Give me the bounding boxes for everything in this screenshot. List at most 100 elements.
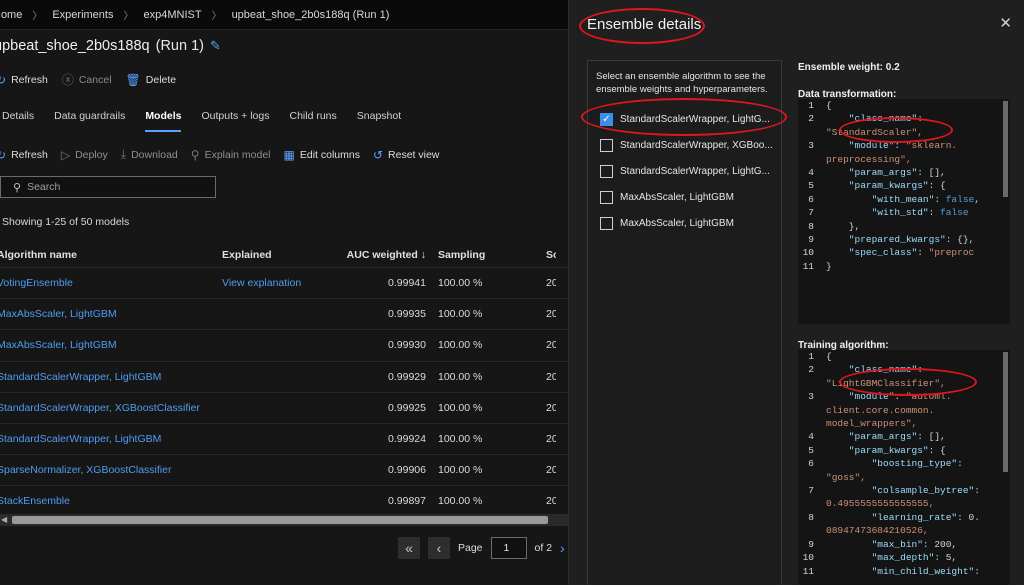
- reset-view-button[interactable]: ↺ Reset view: [373, 147, 439, 162]
- page-input[interactable]: [490, 537, 527, 559]
- training-algorithm-code[interactable]: 1{2 "class_name": "LightGBMClassifier", 3 …: [798, 350, 1010, 585]
- code-line: "LightGBMClassifier",: [798, 377, 1010, 390]
- table-row[interactable]: StandardScalerWrapper, XGBoostClassifier…: [0, 393, 568, 424]
- search-input[interactable]: [27, 181, 198, 193]
- code-text: "prepared_kwargs": {},: [826, 234, 975, 246]
- algorithm-link[interactable]: StackEnsemble: [0, 495, 222, 507]
- code-line: client.core.common.: [798, 404, 1010, 417]
- explain-model-button[interactable]: ⚲ Explain model: [191, 147, 271, 162]
- tab-child-runs[interactable]: Child runs: [289, 106, 336, 132]
- code-text: 0.4955555555555555,: [826, 498, 935, 510]
- close-icon[interactable]: ✕: [999, 14, 1012, 32]
- algorithm-option[interactable]: StandardScalerWrapper, LightG...: [588, 158, 781, 184]
- algorithm-option-label: StandardScalerWrapper, XGBoo...: [620, 139, 773, 151]
- algorithm-link[interactable]: VotingEnsemble: [0, 277, 222, 289]
- code-text: {: [826, 100, 832, 111]
- scrollbar-thumb[interactable]: [12, 516, 548, 524]
- checkbox[interactable]: [600, 164, 613, 178]
- line-number: 4: [808, 167, 814, 179]
- deploy-button[interactable]: ▷ Deploy: [61, 147, 108, 162]
- ensemble-details-panel: Ensemble details ✕ Select an ensemble al…: [568, 0, 1024, 585]
- column-header-algorithm[interactable]: Algorithm name: [0, 249, 222, 261]
- auc-cell: 0.99930: [388, 339, 426, 352]
- line-number: [798, 377, 826, 390]
- sampling-cell: 100.00 %: [438, 277, 483, 290]
- algorithm-option[interactable]: MaxAbsScaler, LightGBM: [588, 210, 781, 236]
- vertical-scrollbar[interactable]: [1003, 352, 1008, 472]
- algorithm-option[interactable]: StandardScalerWrapper, XGBoo...: [588, 132, 781, 158]
- table-row[interactable]: SparseNormalizer, XGBoostClassifier 0.999…: [0, 455, 568, 487]
- algorithm-option-label: StandardScalerWrapper, LightG...: [620, 165, 770, 177]
- pencil-icon[interactable]: ✎: [210, 38, 221, 54]
- next-page-icon[interactable]: ›: [560, 540, 565, 556]
- breadcrumb: Home 〉 Experiments 〉 exp4MNIST 〉 upbeat_…: [0, 0, 568, 30]
- download-icon: ⤓: [120, 147, 127, 161]
- line-number: 2: [808, 113, 814, 125]
- refresh-icon: ↻: [0, 72, 7, 87]
- checkbox[interactable]: [600, 138, 613, 152]
- line-number: 6: [808, 458, 814, 470]
- horizontal-scrollbar[interactable]: ◀: [0, 514, 568, 526]
- breadcrumb-home[interactable]: Home: [0, 9, 22, 21]
- checkbox[interactable]: ✓: [600, 112, 613, 126]
- algorithm-link[interactable]: StandardScalerWrapper, LightGBM: [0, 371, 222, 383]
- code-text: "with_std": false: [871, 207, 969, 219]
- column-header-sampling[interactable]: Sampling: [426, 249, 526, 261]
- code-line: 9 "max_bin": 200,: [798, 538, 1010, 551]
- code-text: "boosting_type":: [826, 458, 963, 470]
- undo-icon: ↺: [372, 147, 384, 162]
- algorithm-link[interactable]: StandardScalerWrapper, LightGBM: [0, 433, 222, 445]
- run-actions: ↻ Refresh ⓧ Cancel 🗑 Delete: [0, 71, 176, 88]
- auc-cell: 0.99906: [388, 464, 426, 477]
- table-row[interactable]: MaxAbsScaler, LightGBM 0.99930 100.00 % 20: [0, 330, 568, 362]
- algorithm-option[interactable]: MaxAbsScaler, LightGBM: [588, 184, 781, 210]
- line-number: 7: [808, 485, 814, 497]
- algorithm-link[interactable]: MaxAbsScaler, LightGBM: [0, 308, 222, 320]
- table-row[interactable]: VotingEnsemble View explanation 0.99941 100…: [0, 268, 568, 300]
- tab-data-guardrails[interactable]: Data guardrails: [54, 106, 125, 132]
- vertical-scrollbar[interactable]: [1003, 101, 1008, 197]
- delete-button[interactable]: 🗑 Delete: [126, 71, 177, 88]
- table-row[interactable]: MaxAbsScaler, LightGBM 0.99935 100.00 % 20: [0, 299, 568, 331]
- algorithm-link[interactable]: StandardScalerWrapper, XGBoostClassifier: [0, 402, 222, 414]
- refresh-button[interactable]: ↻ Refresh: [0, 71, 48, 88]
- column-header-explained[interactable]: Explained: [222, 249, 322, 261]
- algorithm-selector: Select an ensemble algorithm to see the …: [587, 60, 782, 585]
- algorithm-option[interactable]: ✓ StandardScalerWrapper, LightG...: [588, 106, 781, 132]
- code-text: "param_kwargs": {: [826, 444, 946, 456]
- data-transformation-code[interactable]: 1{2 "class_name": "StandardScaler", 3 "mod…: [798, 99, 1010, 324]
- algorithm-link[interactable]: MaxAbsScaler, LightGBM: [0, 339, 222, 351]
- clipped-cell: 20: [546, 464, 556, 477]
- first-page-button[interactable]: «: [398, 537, 420, 559]
- edit-columns-button[interactable]: ▦ Edit columns: [284, 147, 360, 162]
- tab-outputs-logs[interactable]: Outputs + logs: [201, 106, 269, 132]
- download-button[interactable]: ⤓ Download: [121, 147, 178, 162]
- table-row[interactable]: StandardScalerWrapper, LightGBM 0.99924 10…: [0, 424, 568, 456]
- tab-snapshot[interactable]: Snapshot: [357, 106, 401, 132]
- scroll-left-icon[interactable]: ◀: [1, 514, 7, 526]
- checkbox[interactable]: [600, 190, 613, 204]
- table-row[interactable]: StandardScalerWrapper, LightGBM 0.99929 10…: [0, 362, 568, 393]
- algorithm-link[interactable]: SparseNormalizer, XGBoostClassifier: [0, 464, 222, 476]
- table-header: Algorithm name Explained AUC weighted ↓ …: [0, 242, 568, 268]
- view-explanation-link[interactable]: View explanation: [222, 277, 301, 289]
- tab-models[interactable]: Models: [145, 106, 182, 132]
- breadcrumb-experiments[interactable]: Experiments: [52, 9, 113, 21]
- search-box: ⚲: [0, 176, 216, 198]
- line-number: [798, 417, 826, 430]
- prev-page-button[interactable]: ‹: [428, 537, 450, 559]
- line-number: [798, 471, 826, 484]
- checkbox[interactable]: [600, 216, 613, 230]
- column-header-clipped[interactable]: Sc: [526, 249, 556, 261]
- code-line: 5 "param_kwargs": {: [798, 179, 1010, 192]
- auc-cell: 0.99935: [388, 308, 426, 321]
- code-text: "class_name":: [826, 364, 923, 376]
- pagination: « ‹ Page of 2 ›: [398, 537, 565, 559]
- auc-cell: 0.99924: [388, 433, 426, 446]
- table-row[interactable]: StackEnsemble 0.99897 100.00 % 20: [0, 486, 568, 518]
- column-header-auc[interactable]: AUC weighted ↓: [322, 249, 426, 261]
- refresh-models-button[interactable]: ↻ Refresh: [0, 147, 48, 162]
- breadcrumb-experiment[interactable]: exp4MNIST: [143, 9, 201, 21]
- cancel-button[interactable]: ⓧ Cancel: [62, 71, 112, 88]
- tab-details[interactable]: Details: [2, 106, 34, 132]
